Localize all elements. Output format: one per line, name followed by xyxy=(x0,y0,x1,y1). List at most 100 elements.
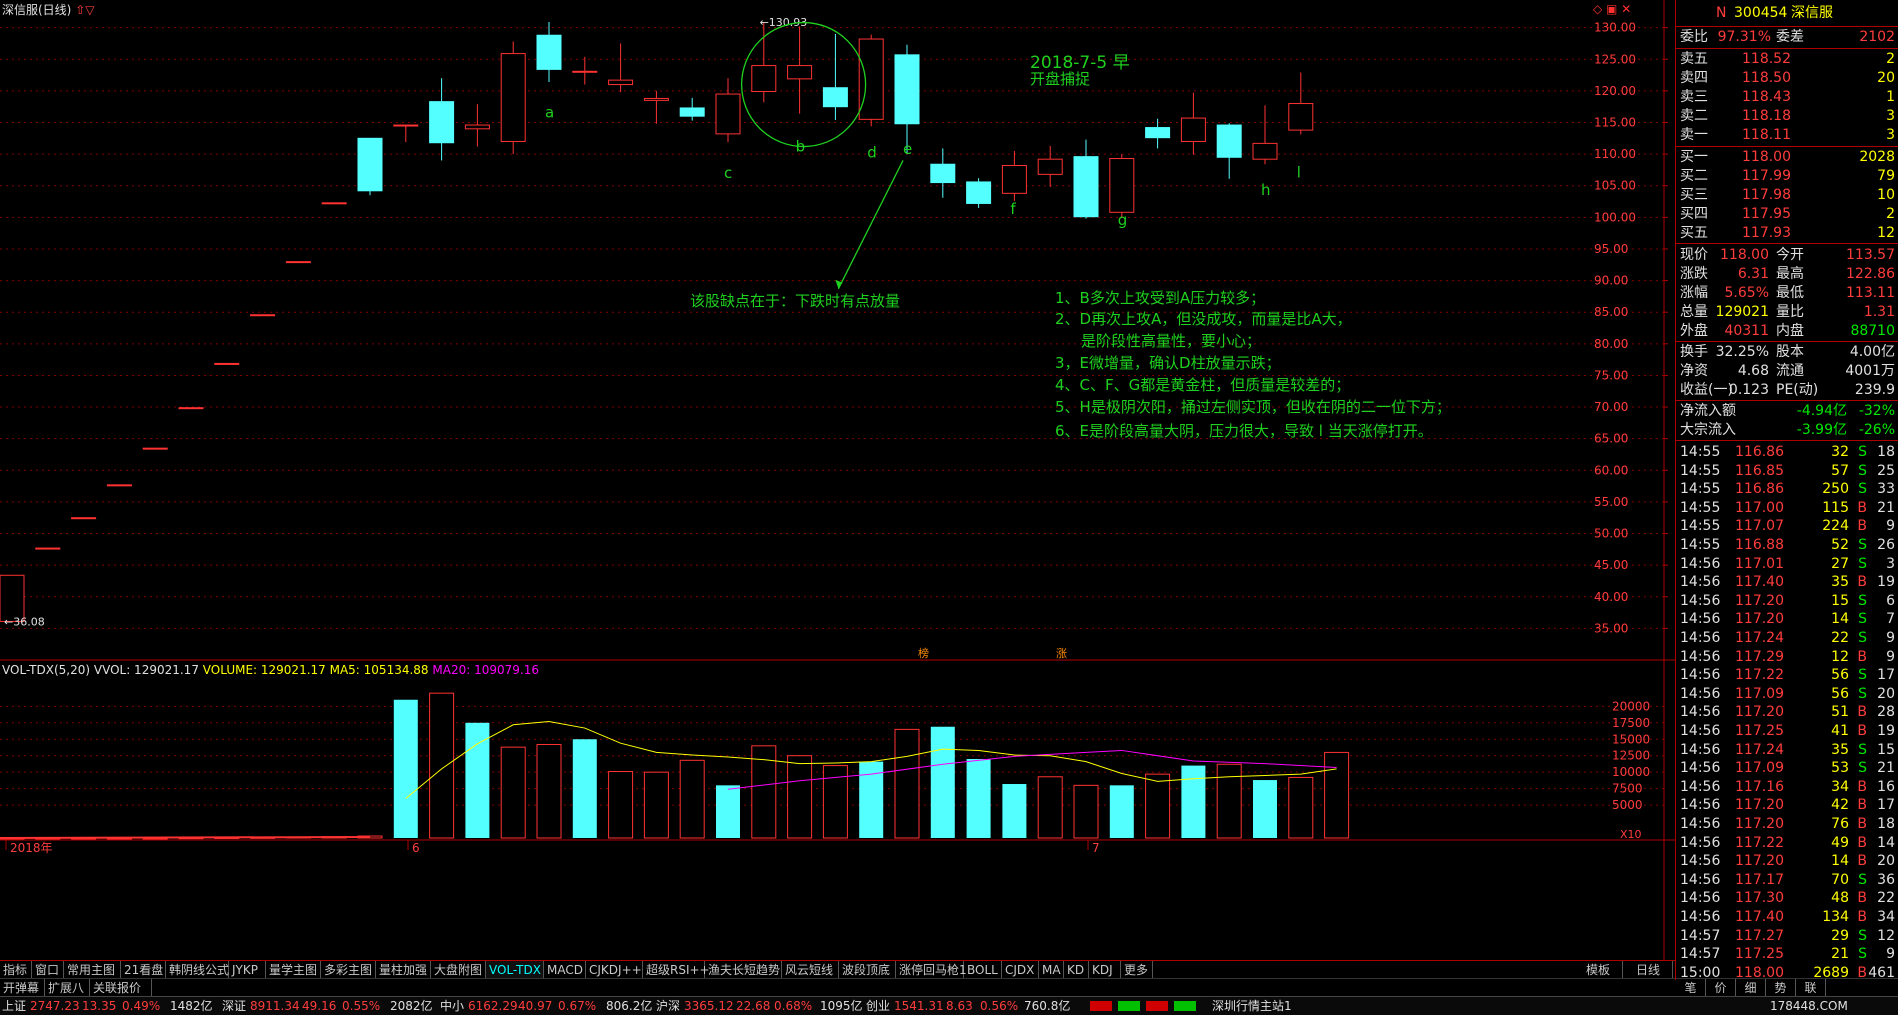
tab-indicator[interactable]: MA xyxy=(1039,961,1064,979)
tab-indicator[interactable]: MACD xyxy=(544,961,586,979)
status-item: 178448.COM xyxy=(1770,999,1848,1013)
quote-cell: 20 xyxy=(1877,853,1895,870)
quote-cell: 2102 xyxy=(1859,29,1895,45)
divider xyxy=(1676,440,1898,441)
volume-bar xyxy=(1037,776,1063,839)
tab-indicator[interactable]: CJKDJ++ xyxy=(586,961,643,979)
quote-cell: 外盘 xyxy=(1680,323,1708,339)
tab-indicator[interactable]: 韩阴线公式 xyxy=(166,961,229,979)
quote-cell: 现价 xyxy=(1680,247,1708,263)
tab-indicator[interactable]: 量学主图 xyxy=(266,961,321,979)
tab-indicator[interactable]: BOLL xyxy=(964,961,1002,979)
tab-indicator[interactable]: 大盘附图 xyxy=(431,961,486,979)
tab-indicator[interactable]: KDJ xyxy=(1089,961,1121,979)
tab-indicator[interactable]: 风云短线 xyxy=(782,961,839,979)
quote-cell: 117.22 xyxy=(1735,667,1784,684)
quote-cell: 40311 xyxy=(1724,323,1769,339)
quote-cell: 14:55 xyxy=(1680,499,1721,516)
quote-cell: -3.99亿 xyxy=(1796,422,1847,438)
tab-indicator[interactable]: 窗口 xyxy=(32,961,64,979)
min-price-label: ←36.08 xyxy=(4,616,45,629)
status-item: 6162.29 xyxy=(468,999,518,1013)
quote-cell: 33 xyxy=(1877,481,1895,498)
tab-indicator[interactable]: 渔夫长短趋势 xyxy=(705,961,782,979)
volume-bar xyxy=(966,759,991,838)
annotation-point: 3，E微增量，确认D柱放量示跌； xyxy=(1055,354,1281,372)
status-item: 创业 xyxy=(866,999,891,1013)
stock-header: N 300454 深信服 xyxy=(1676,4,1898,22)
quote-cell: 118.52 xyxy=(1742,51,1791,67)
tab-indicator[interactable]: 21看盘 xyxy=(121,961,166,979)
tab-indicator[interactable]: 超级RSI++ xyxy=(643,961,710,979)
market-breadth-bar xyxy=(1090,1001,1112,1011)
tick-trade-row: 14:56 117.22 56 S 17 xyxy=(1676,666,1898,684)
candle-body xyxy=(1109,158,1135,213)
market-breadth-bar xyxy=(1118,1001,1140,1011)
volume-bar xyxy=(1324,751,1350,839)
quote-cell: 29 xyxy=(1831,927,1849,944)
tab-secondary[interactable]: 关联报价 xyxy=(90,979,152,997)
date-label: 2018年 xyxy=(10,841,53,855)
kline-chart[interactable]: 130.00 125.00 120.00 115.00 110.00 105.00 100.… xyxy=(0,0,1675,960)
candle-body xyxy=(787,65,813,80)
quote-cell: B xyxy=(1857,704,1867,721)
tab-indicator[interactable]: VOL-TDX xyxy=(486,961,544,979)
tab-secondary[interactable]: 扩展八 xyxy=(45,979,90,997)
quote-cell: 117.93 xyxy=(1742,225,1791,241)
quote-cell: 涨幅 xyxy=(1680,285,1708,301)
price-tick-label: 85.00 xyxy=(1594,305,1628,319)
buy-level-row: 买二 117.99 79 xyxy=(1676,167,1898,185)
volume-bar xyxy=(1181,765,1206,838)
tick-trade-row: 14:56 117.24 22 S 9 xyxy=(1676,629,1898,647)
tab-secondary[interactable]: 开弹幕 xyxy=(0,979,45,997)
candle-body xyxy=(285,261,311,264)
quote-cell: 今开 xyxy=(1776,247,1804,263)
quote-cell: 卖五 xyxy=(1680,51,1708,67)
quote-cell: 4.00亿 xyxy=(1849,344,1895,360)
status-item: 760.8亿 xyxy=(1024,999,1071,1013)
price-tick-label: 65.00 xyxy=(1594,432,1628,446)
price-tick-label: 80.00 xyxy=(1594,337,1628,351)
quote-cell: 14:56 xyxy=(1680,909,1721,925)
tick-trade-row: 14:56 117.29 12 B 9 xyxy=(1676,648,1898,666)
tab-indicator[interactable]: JYKP xyxy=(229,961,266,979)
quote-cell: 9 xyxy=(1886,630,1895,646)
candle-body xyxy=(572,70,598,73)
quote-cell: 224 xyxy=(1822,518,1849,535)
period-arrows[interactable]: ⇧▽ xyxy=(75,3,94,17)
candle-letter-label: f xyxy=(1010,200,1016,218)
tab-right[interactable]: 模板 xyxy=(1583,961,1623,979)
tab-indicator[interactable]: 指标 xyxy=(0,961,32,979)
candle-body xyxy=(35,547,61,550)
status-item: 1541.31 xyxy=(894,999,944,1013)
quote-cell: 5.65% xyxy=(1724,285,1769,301)
chart-title[interactable]: 深信服(日线) ⇧▽ xyxy=(2,1,95,18)
window-controls[interactable]: ◇ ▣ ✕ xyxy=(1593,2,1631,16)
quote-cell: 117.16 xyxy=(1735,778,1784,795)
candle-body xyxy=(1073,156,1099,218)
price-tick-label: 100.00 xyxy=(1594,210,1636,224)
tab-indicator[interactable]: 常用主图 xyxy=(64,961,121,979)
quote-cell: 35 xyxy=(1831,741,1849,758)
status-item: 40.97 xyxy=(518,999,553,1013)
divider xyxy=(1676,26,1898,27)
quote-cell: 2 xyxy=(1886,206,1895,222)
tick-trade-row: 14:55 116.86 32 S 18 xyxy=(1676,443,1898,461)
tab-indicator[interactable]: 更多 xyxy=(1121,961,1153,979)
tick-trade-row: 14:56 117.01 27 S 3 xyxy=(1676,555,1898,573)
quote-cell: 35 xyxy=(1831,574,1849,591)
quote-cell: B xyxy=(1857,890,1867,907)
annotation-point: 6、E是阶段高量大阴，压力很大，导致 l 当天涨停打开。 xyxy=(1055,422,1433,440)
tab-right[interactable]: 日线 xyxy=(1633,961,1673,979)
tab-indicator[interactable]: KD xyxy=(1064,961,1089,979)
quote-cell: 12 xyxy=(1831,648,1849,665)
tab-indicator[interactable]: 波段顶底 xyxy=(839,961,896,979)
tab-indicator[interactable]: 涨停回马枪1 xyxy=(896,961,967,979)
status-item: 1095亿 xyxy=(820,999,863,1013)
tab-indicator[interactable]: 多彩主图 xyxy=(321,961,376,979)
tab-indicator[interactable]: CJDX xyxy=(1002,961,1039,979)
status-item: 49.16 xyxy=(302,999,337,1013)
volume-bar xyxy=(572,739,597,838)
quote-cell: 0.123 xyxy=(1728,382,1769,398)
tab-indicator[interactable]: 量柱加强 xyxy=(376,961,431,979)
